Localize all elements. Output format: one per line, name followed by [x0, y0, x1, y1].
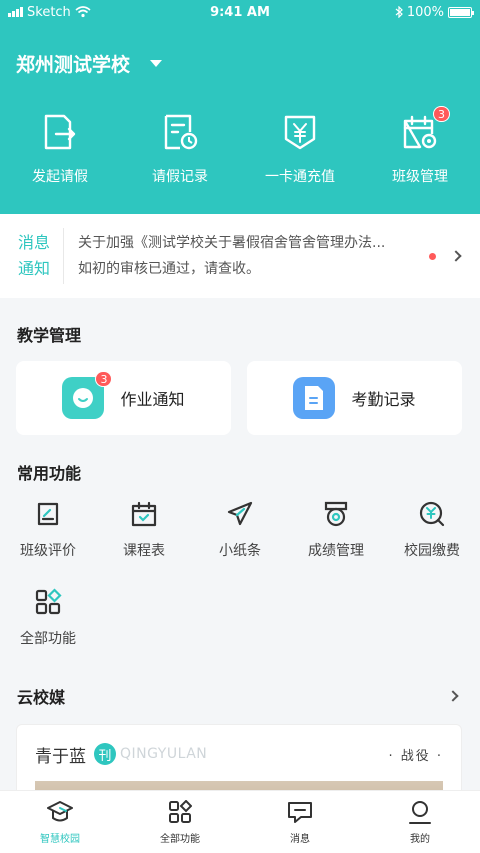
attendance-icon [293, 377, 336, 419]
notice-tag-line1: 消息 [18, 233, 51, 252]
class-manage-badge: 3 [433, 106, 450, 122]
homework-label: 作业通知 [120, 390, 185, 409]
quick-leave-record[interactable]: 请假记录 [120, 112, 240, 186]
func-note[interactable]: 小纸条 [192, 500, 288, 588]
common-title: 常用功能 [17, 464, 82, 483]
notice-line1: 关于加强《测试学校关于暑假宿舍管舍管理办法... [78, 235, 386, 251]
func-payment[interactable]: 校园缴费 [384, 500, 480, 588]
tab-label: 消息 [290, 833, 310, 845]
media-card-name: 青于蓝 [35, 746, 86, 767]
func-label: 班级评价 [20, 543, 76, 559]
tab-label: 智慧校园 [40, 833, 80, 845]
message-icon [288, 801, 312, 823]
notice-tag: 消息 通知 [0, 228, 64, 284]
func-all[interactable]: 全部功能 [0, 588, 96, 676]
func-label: 全部功能 [20, 631, 76, 647]
leave-record-icon [160, 112, 200, 152]
quick-card-recharge[interactable]: 一卡通充值 [240, 112, 360, 186]
bluetooth-icon [395, 6, 403, 18]
notice-bar[interactable]: 消息 通知 关于加强《测试学校关于暑假宿舍管舍管理办法... 如初的审核已通过，… [0, 214, 480, 298]
tab-label: 全部功能 [160, 833, 200, 845]
grid-icon [169, 799, 192, 823]
chevron-right-icon[interactable] [447, 690, 459, 702]
func-label: 小纸条 [219, 543, 261, 559]
func-schedule[interactable]: 课程表 [96, 500, 192, 588]
unread-dot [429, 252, 436, 260]
media-header[interactable]: 云校媒 [17, 684, 463, 708]
tab-all-functions[interactable]: 全部功能 [120, 791, 240, 853]
class-manage-icon: 3 [400, 106, 450, 152]
notice-body: 关于加强《测试学校关于暑假宿舍管舍管理办法... 如初的审核已通过，请查收。 [64, 230, 429, 282]
func-label: 成绩管理 [308, 543, 364, 559]
battery-icon [448, 6, 474, 18]
profile-icon [409, 800, 431, 824]
attendance-label: 考勤记录 [351, 390, 416, 409]
quick-actions: 发起请假 请假记录 一卡通充值 3 班级管理 [0, 106, 480, 186]
school-name: 郑州测试学校 [16, 54, 131, 76]
tab-profile[interactable]: 我的 [360, 791, 480, 853]
battery-percent: 100% [406, 4, 444, 20]
all-functions-icon [35, 588, 62, 615]
tab-campus[interactable]: 智慧校园 [0, 791, 120, 853]
homework-card[interactable]: 3 作业通知 [16, 361, 231, 435]
schedule-icon [131, 501, 157, 527]
quick-label: 请假记录 [152, 169, 208, 185]
func-label: 课程表 [123, 543, 165, 559]
homework-icon: 3 [62, 371, 113, 419]
quick-leave-request[interactable]: 发起请假 [0, 112, 120, 186]
common-functions: 班级评价 课程表 小纸条 成绩管理 校园缴费 全部功能 [0, 500, 480, 676]
payment-icon [419, 501, 445, 527]
paper-plane-icon [227, 501, 253, 526]
caret-down-icon [150, 60, 163, 67]
quick-label: 发起请假 [32, 169, 88, 185]
chevron-right-icon[interactable] [450, 250, 462, 262]
class-evaluation-icon [37, 502, 59, 526]
campus-icon [47, 800, 73, 821]
func-grades[interactable]: 成绩管理 [288, 500, 384, 588]
notice-tag-line2: 通知 [18, 259, 51, 278]
tab-messages[interactable]: 消息 [240, 791, 360, 853]
teaching-cards: 3 作业通知 考勤记录 [16, 361, 462, 435]
school-selector[interactable]: 郑州测试学校 [16, 50, 163, 77]
leave-request-icon [40, 112, 80, 152]
attendance-card[interactable]: 考勤记录 [247, 361, 462, 435]
quick-label: 一卡通充值 [265, 169, 335, 185]
media-card-tag: · 战役 · [388, 748, 443, 764]
status-bar: Sketch 9:41 AM 100% [0, 0, 480, 24]
header-banner: Sketch 9:41 AM 100% 郑州测试学校 发起请假 请假记录 一卡通… [0, 0, 480, 214]
quick-label: 班级管理 [392, 169, 448, 185]
media-logo-icon: 刊 [94, 743, 116, 765]
quick-class-manage[interactable]: 3 班级管理 [360, 106, 480, 186]
teaching-title: 教学管理 [17, 326, 82, 345]
func-class-evaluation[interactable]: 班级评价 [0, 500, 96, 588]
homework-badge: 3 [95, 371, 113, 387]
media-card-en: QINGYULAN [120, 746, 208, 762]
notice-line2: 如初的审核已通过，请查收。 [78, 261, 260, 277]
media-title: 云校媒 [17, 688, 66, 707]
tab-bar: 智慧校园 全部功能 消息 我的 [0, 790, 480, 853]
func-label: 校园缴费 [404, 543, 460, 559]
tab-label: 我的 [410, 833, 430, 845]
card-recharge-icon [280, 112, 320, 152]
grades-icon [324, 501, 348, 527]
